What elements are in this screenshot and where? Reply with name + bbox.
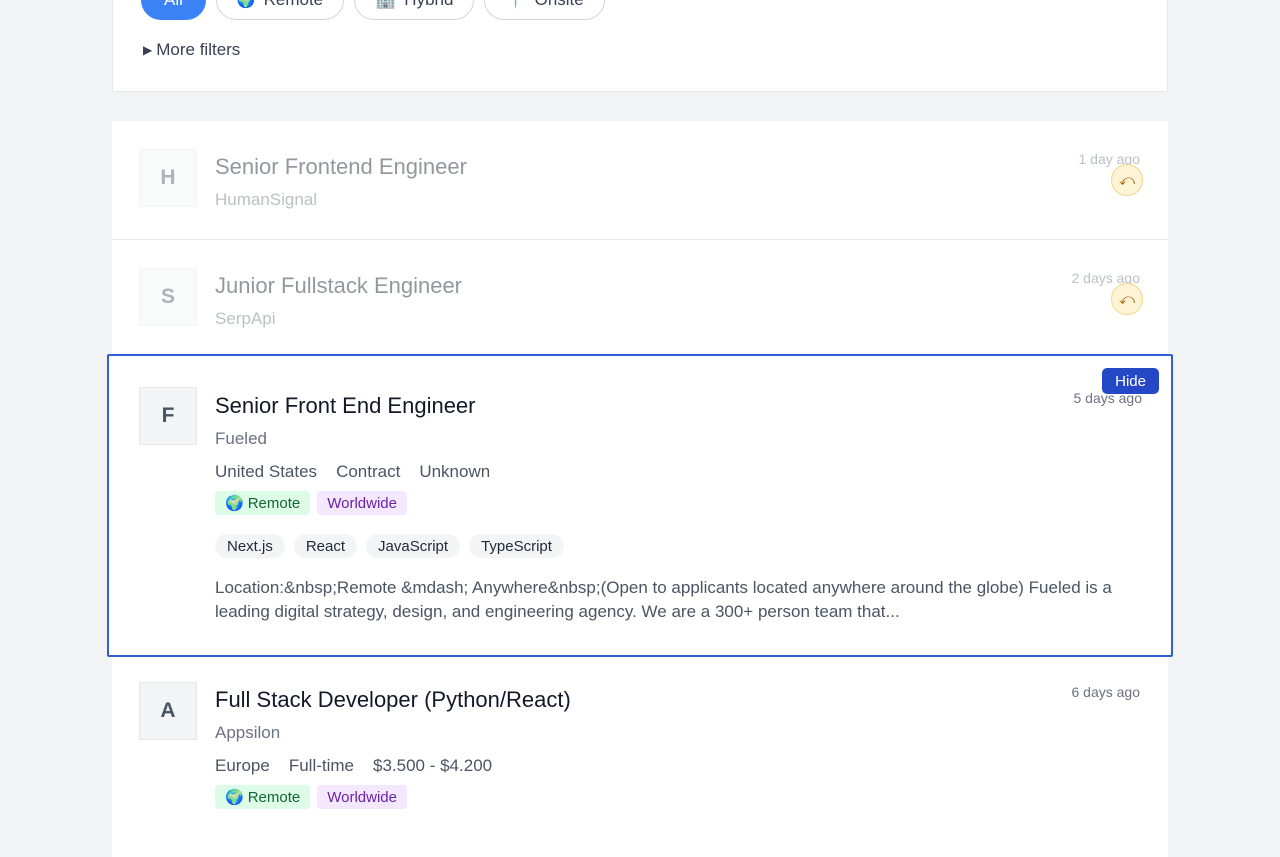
tech-tag: React <box>293 534 358 558</box>
filter-chip-remote[interactable]: 🌍 Remote <box>215 0 345 20</box>
pin-icon: 📍 <box>505 0 526 10</box>
triangle-right-icon: ▶ <box>143 43 153 57</box>
filter-chip-onsite[interactable]: 📍 Onsite <box>484 0 605 20</box>
job-tags: 🌍 Remote Worldwide <box>215 491 407 515</box>
filter-chip-label: Remote <box>264 0 324 10</box>
job-salary: Unknown <box>419 462 491 481</box>
remote-tag: 🌍 Remote <box>215 491 311 515</box>
company-name: SerpApi <box>215 309 276 328</box>
more-filters-label: More filters <box>156 40 241 59</box>
company-logo: F <box>139 387 197 445</box>
undo-hide-button[interactable]: ⤺ <box>1111 164 1143 196</box>
company-logo: S <box>139 268 197 326</box>
tech-tag: Next.js <box>215 534 285 558</box>
job-list: H Senior Frontend Engineer HumanSignal 1… <box>107 121 1173 857</box>
job-card[interactable]: H Senior Frontend Engineer HumanSignal 1… <box>112 121 1168 240</box>
job-tags: 🌍 Remote Worldwide <box>215 785 407 809</box>
job-meta: United States Contract Unknown <box>215 462 490 482</box>
posted-time: 6 days ago <box>1071 684 1141 700</box>
undo-icon: ⤺ <box>1118 290 1136 308</box>
job-salary: $3.500 - $4.200 <box>373 756 493 775</box>
company-name: Fueled <box>215 429 267 448</box>
company-name: Appsilon <box>215 723 281 742</box>
worldwide-tag: Worldwide <box>317 785 407 809</box>
job-title[interactable]: Senior Front End Engineer <box>215 393 476 419</box>
tech-tag: JavaScript <box>366 534 461 558</box>
job-title[interactable]: Full Stack Developer (Python/React) <box>215 687 571 713</box>
more-filters-toggle[interactable]: ▶ More filters <box>143 40 240 60</box>
remote-tag: 🌍 Remote <box>215 785 311 809</box>
job-title[interactable]: Senior Frontend Engineer <box>215 154 467 180</box>
job-card-content: H Senior Frontend Engineer HumanSignal 1… <box>112 121 1168 239</box>
location-filter-chips: All 🌍 Remote 🏢 Hybrid 📍 Onsite <box>141 0 605 20</box>
filter-chip-label: Onsite <box>535 0 584 10</box>
job-card[interactable]: S Junior Fullstack Engineer SerpApi 2 da… <box>112 240 1168 355</box>
company-logo: H <box>139 149 197 207</box>
globe-icon: 🌍 <box>225 495 244 512</box>
tech-tag: TypeScript <box>469 534 564 558</box>
tag-label: Remote <box>247 494 301 512</box>
filter-chip-label: All <box>164 0 183 10</box>
globe-icon: 🌍 <box>236 0 256 9</box>
job-meta: Europe Full-time $3.500 - $4.200 <box>215 756 492 776</box>
company-name: HumanSignal <box>215 190 318 209</box>
tech-stack: Next.js React JavaScript TypeScript <box>215 534 564 558</box>
filter-chip-all[interactable]: All <box>141 0 206 20</box>
job-card-content: S Junior Fullstack Engineer SerpApi 2 da… <box>112 240 1168 355</box>
undo-icon: ⤺ <box>1118 171 1136 189</box>
globe-icon: 🌍 <box>225 789 244 806</box>
filter-chip-hybrid[interactable]: 🏢 Hybrid <box>354 0 475 20</box>
job-card-selected[interactable]: Hide F Senior Front End Engineer 5 days … <box>107 354 1173 657</box>
job-location: Europe <box>215 756 270 775</box>
job-type: Full-time <box>288 756 354 775</box>
job-title[interactable]: Junior Fullstack Engineer <box>215 273 462 299</box>
filter-chip-label: Hybrid <box>404 0 453 10</box>
job-location: United States <box>215 462 318 481</box>
office-building-icon: 🏢 <box>375 0 396 10</box>
hide-button[interactable]: Hide <box>1102 368 1159 394</box>
company-logo: A <box>139 682 197 740</box>
worldwide-tag: Worldwide <box>317 491 407 515</box>
job-type: Contract <box>336 462 401 481</box>
filters-panel: All 🌍 Remote 🏢 Hybrid 📍 Onsite ▶ More fi… <box>112 0 1168 92</box>
tag-label: Remote <box>247 788 301 806</box>
job-description: Location:&nbsp;Remote &mdash; Anywhere&n… <box>215 578 1112 621</box>
undo-hide-button[interactable]: ⤺ <box>1111 283 1143 315</box>
job-card[interactable]: A Full Stack Developer (Python/React) 6 … <box>112 657 1168 857</box>
